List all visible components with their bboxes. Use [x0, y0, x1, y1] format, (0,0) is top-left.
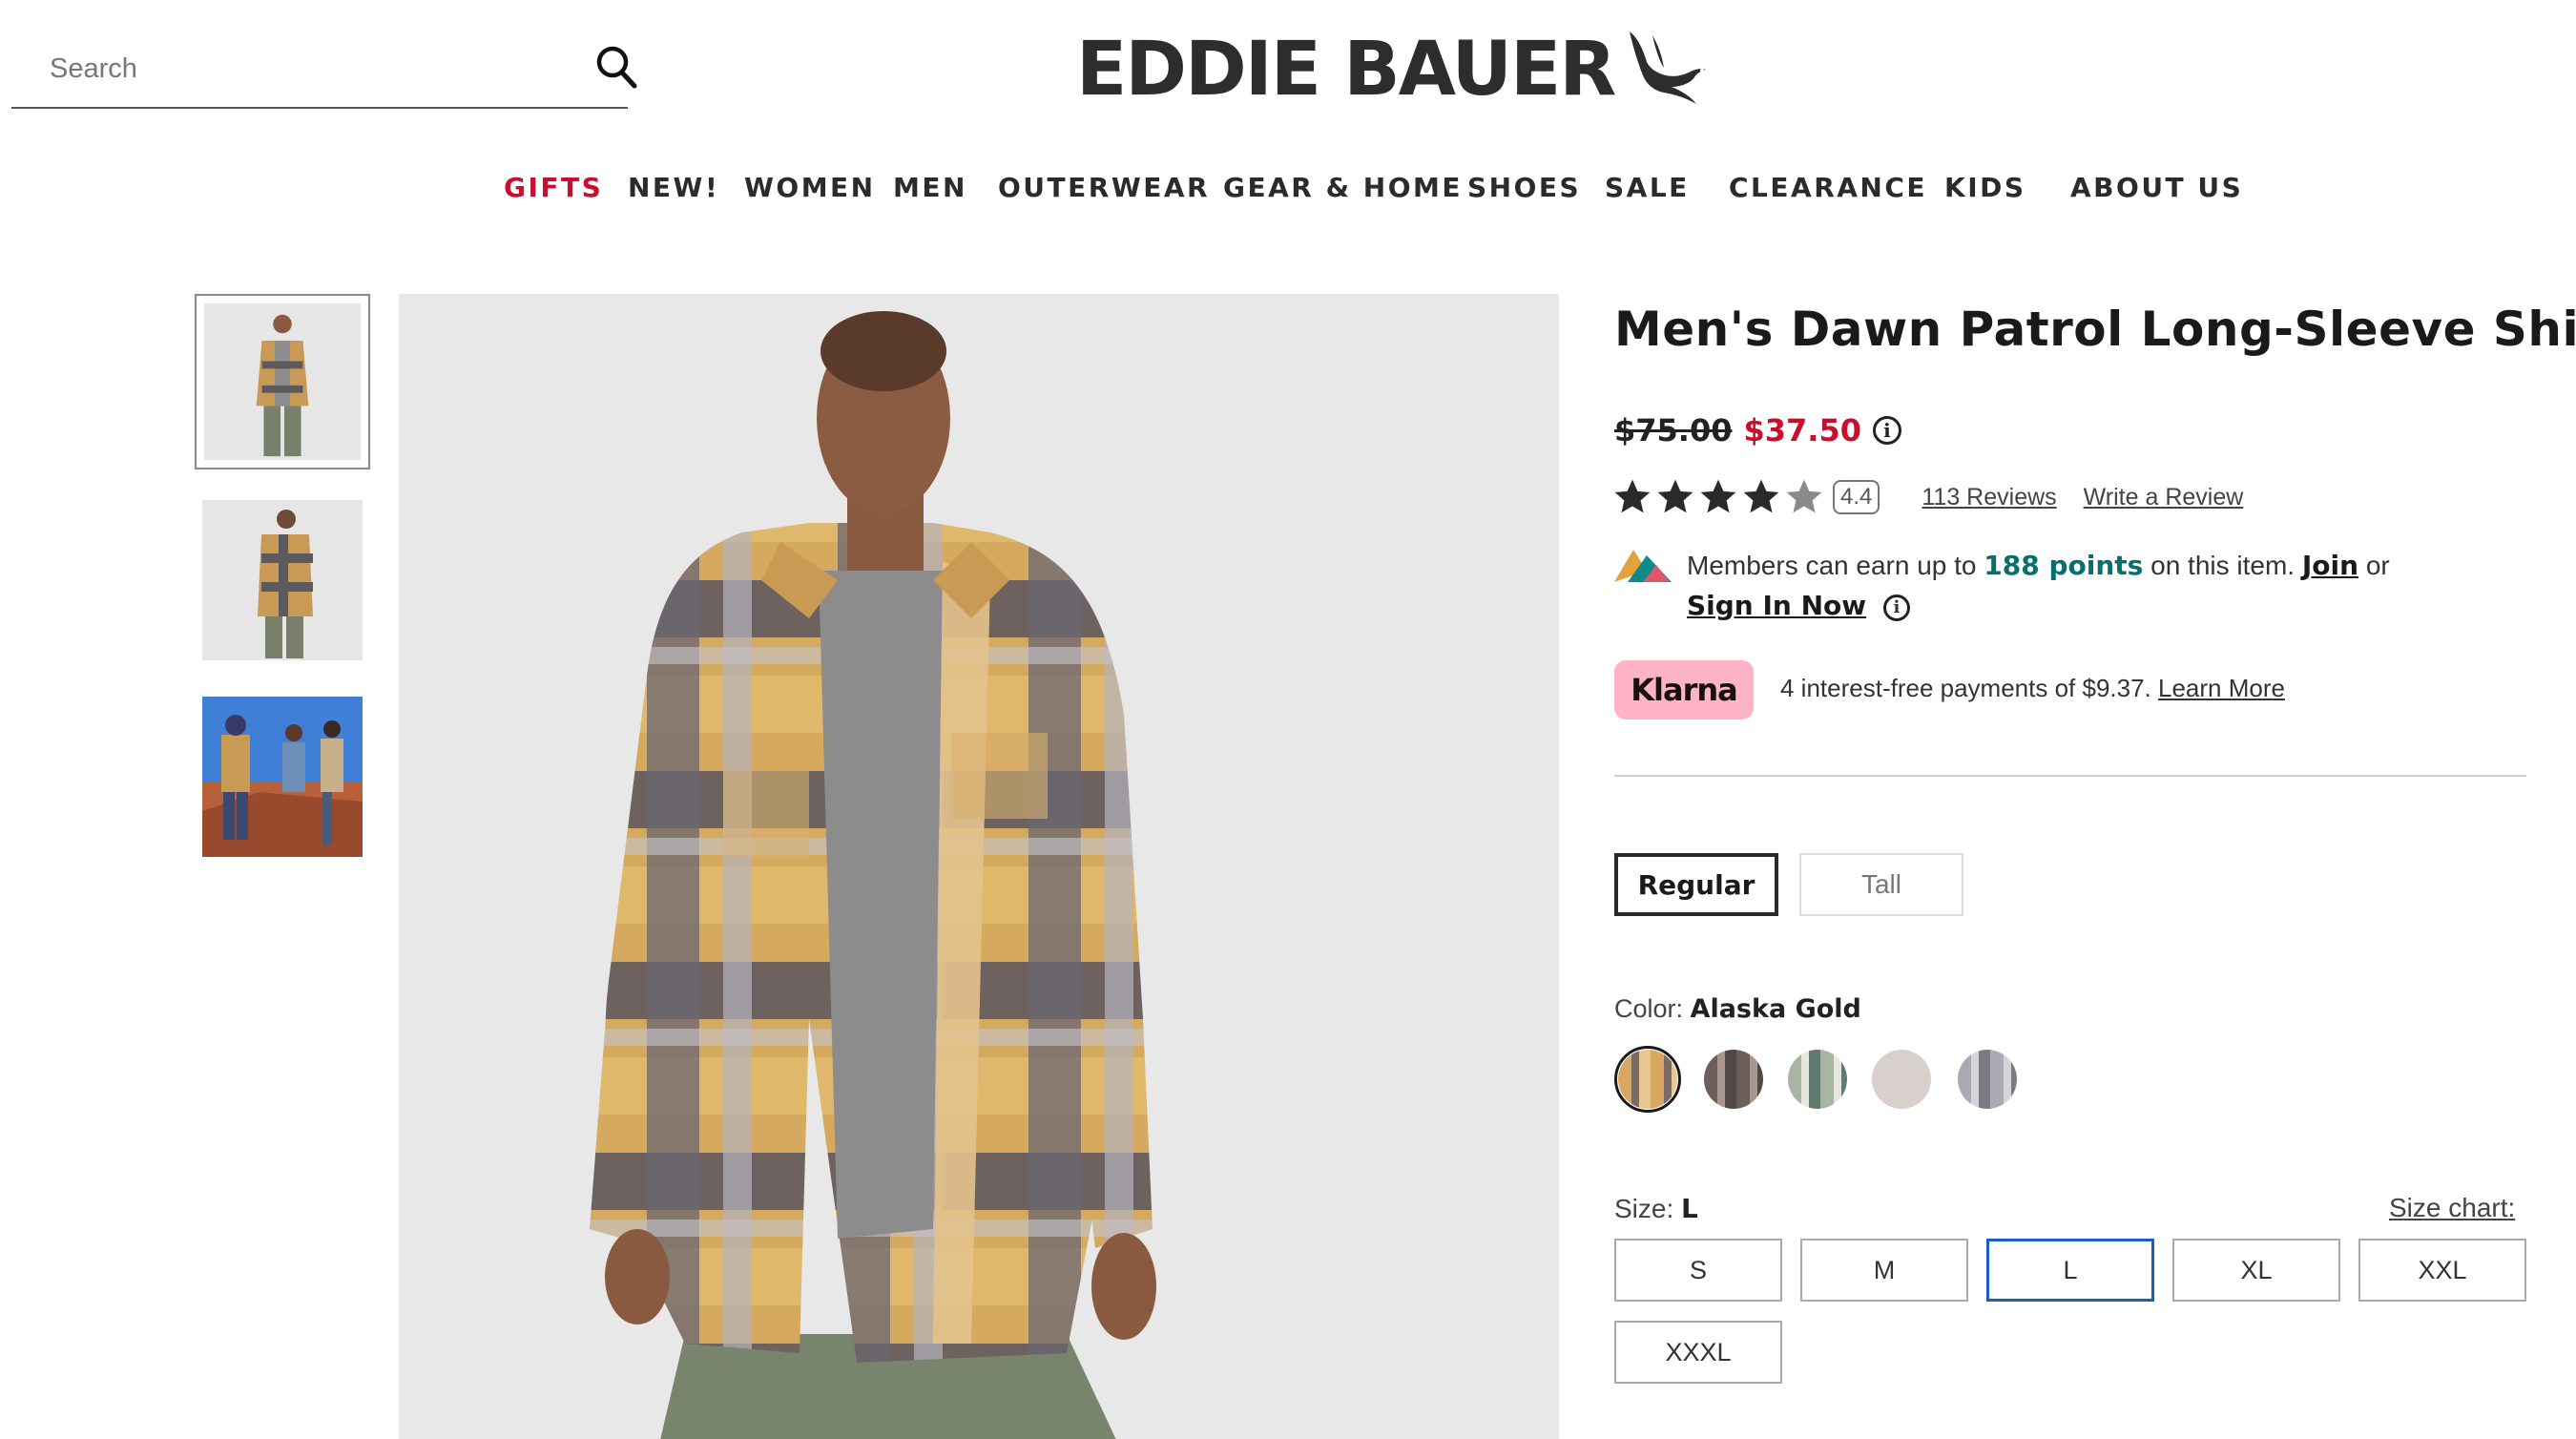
rewards-info-icon[interactable]: i: [1882, 594, 1910, 621]
rating-row: 4.4 113 Reviews Write a Review: [1612, 477, 2243, 517]
selected-color-name: Alaska Gold: [1690, 994, 1861, 1024]
size-xl-button[interactable]: XL: [2172, 1239, 2340, 1302]
size-xxl-button[interactable]: XXL: [2358, 1239, 2526, 1302]
original-price: $75.00: [1614, 412, 1733, 448]
thumbnail-image: [204, 303, 361, 460]
nav-clearance[interactable]: CLEARANCE: [1729, 172, 1927, 203]
nav-sale[interactable]: SALE: [1605, 172, 1690, 203]
search-icon: [596, 46, 637, 89]
nav-new[interactable]: NEW!: [628, 172, 719, 203]
klarna-badge[interactable]: Klarna: [1614, 660, 1754, 720]
star-partial-icon: [1786, 479, 1822, 513]
fit-tall-button[interactable]: Tall: [1799, 853, 1963, 916]
nav-shoes[interactable]: SHOES: [1467, 172, 1581, 203]
rewards-or: or: [2365, 551, 2390, 580]
rewards-points: 188 points: [1984, 550, 2144, 581]
nav-about-us[interactable]: ABOUT US: [2070, 172, 2243, 203]
size-m-button[interactable]: M: [1800, 1239, 1968, 1302]
price-row: $75.00 $37.50 i: [1614, 412, 1901, 448]
star-full-icon: [1700, 479, 1736, 513]
size-s-button[interactable]: S: [1614, 1239, 1782, 1302]
size-l-button[interactable]: L: [1986, 1239, 2154, 1302]
thumbnail-back[interactable]: [202, 500, 363, 660]
nav-kids[interactable]: KIDS: [1944, 172, 2026, 203]
thumbnail-front[interactable]: [195, 294, 370, 469]
brand-name: EDDIE BAUER: [1076, 27, 1616, 113]
color-label-text: Color:: [1614, 994, 1684, 1023]
sign-in-link[interactable]: Sign In Now: [1687, 590, 1866, 621]
rewards-text-end: on this item.: [2150, 551, 2296, 580]
selected-size: L: [1681, 1193, 1698, 1224]
write-review-link[interactable]: Write a Review: [2084, 484, 2244, 511]
nav-gifts[interactable]: GIFTS: [504, 172, 603, 203]
brand-logo[interactable]: EDDIE BAUER: [1076, 27, 1712, 113]
nav-outerwear[interactable]: OUTERWEAR: [998, 172, 1210, 203]
klarna-payment-text: 4 interest-free payments of $9.37.: [1780, 674, 2151, 702]
section-divider: [1614, 775, 2526, 777]
reviews-link[interactable]: 113 Reviews: [1922, 484, 2056, 511]
join-link[interactable]: Join: [2302, 550, 2358, 581]
klarna-text: 4 interest-free payments of $9.37. Learn…: [1780, 674, 2285, 703]
main-nav: GIFTS NEW! WOMEN MEN OUTERWEAR GEAR & HO…: [0, 172, 2576, 214]
search-bar: [11, 29, 637, 109]
nav-gear-home[interactable]: GEAR & HOME: [1223, 172, 1463, 203]
star-full-icon: [1614, 479, 1651, 513]
nav-men[interactable]: MEN: [893, 172, 967, 203]
swatch-plaid-2[interactable]: [1704, 1050, 1763, 1109]
swatch-plaid-4[interactable]: [1872, 1050, 1931, 1109]
fit-regular-button[interactable]: Regular: [1614, 853, 1778, 916]
rating-score: 4.4: [1833, 480, 1880, 514]
size-xxxl-button[interactable]: XXXL: [1614, 1321, 1782, 1384]
size-chart-link[interactable]: Size chart:: [2389, 1193, 2515, 1223]
product-main-image[interactable]: [399, 294, 1559, 1439]
swatch-plaid-5[interactable]: [1958, 1050, 2017, 1109]
rewards-mountain-icon: [1614, 550, 1672, 582]
swatch-alaska-gold[interactable]: [1618, 1050, 1677, 1109]
swatch-plaid-3[interactable]: [1788, 1050, 1847, 1109]
goose-logo-icon: [1630, 31, 1707, 104]
product-title: Men's Dawn Patrol Long-Sleeve Shirt: [1614, 302, 2576, 357]
search-button[interactable]: [590, 38, 643, 95]
star-full-icon: [1657, 479, 1693, 513]
nav-women[interactable]: WOMEN: [744, 172, 876, 203]
thumbnail-image: [202, 697, 363, 857]
klarna-learn-more-link[interactable]: Learn More: [2158, 674, 2285, 702]
size-label: Size: L: [1614, 1193, 1698, 1224]
color-label: Color: Alaska Gold: [1614, 994, 1861, 1024]
price-info-icon[interactable]: i: [1872, 416, 1901, 445]
search-input[interactable]: [50, 48, 546, 90]
rewards-text: Members can earn up to 188 points on thi…: [1687, 546, 2450, 626]
size-label-text: Size:: [1614, 1194, 1674, 1223]
product-photo: [399, 294, 1559, 1439]
thumbnail-lifestyle[interactable]: [202, 697, 363, 857]
rewards-text-start: Members can earn up to: [1687, 551, 1977, 580]
star-full-icon: [1743, 479, 1779, 513]
sale-price: $37.50: [1743, 412, 1861, 448]
thumbnail-image: [202, 500, 363, 660]
